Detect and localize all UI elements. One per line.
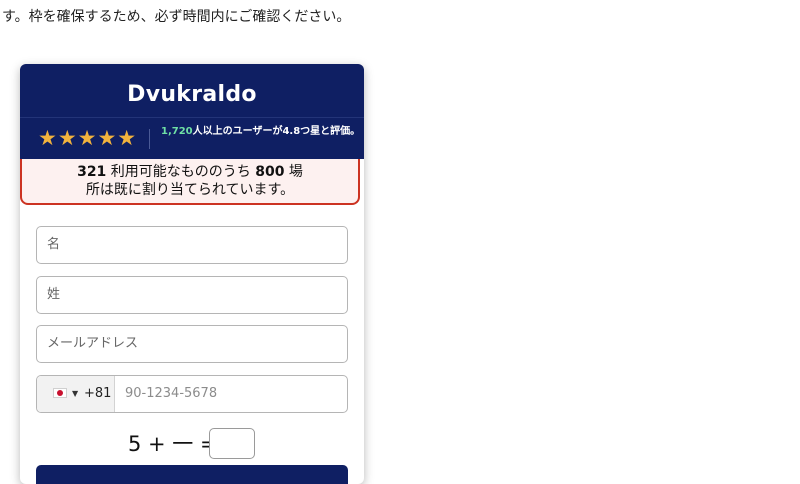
phone-input[interactable]: 90-1234-5678: [125, 376, 217, 412]
instruction-text: す。枠を確保するため、必ず時間内にご確認ください。: [2, 9, 351, 25]
alert-line-1: 321 利用可能なもののうち 800 場: [22, 163, 358, 181]
alert-end-text: 場: [284, 164, 303, 180]
rating-count: 1,720: [161, 126, 193, 137]
country-code-selector[interactable]: ▼ +81: [37, 376, 115, 412]
chevron-down-icon: ▼: [72, 389, 79, 398]
card-header: Dvukraldo ★★★★★ 1,720人以上のユーザーが4.8つ星と評価。: [20, 64, 364, 159]
availability-alert: 321 利用可能なもののうち 800 場 所は既に割り当てられています。: [20, 159, 360, 205]
rating-row: ★★★★★ 1,720人以上のユーザーが4.8つ星と評価。: [20, 117, 364, 160]
email-input[interactable]: メールアドレス: [36, 325, 348, 363]
alert-middle-text: 利用可能なもののうち: [106, 164, 256, 180]
dial-code: +81: [84, 386, 112, 401]
first-name-input[interactable]: 名: [36, 226, 348, 264]
captcha-answer-input[interactable]: [209, 428, 255, 459]
alert-total-count: 800: [255, 164, 285, 180]
captcha-question: 5 + 一 =: [128, 432, 218, 456]
last-name-input[interactable]: 姓: [36, 276, 348, 314]
alert-taken-count: 321: [77, 164, 107, 180]
rating-description: 人以上のユーザーが4.8つ星と評価。: [192, 126, 361, 137]
phone-field: ▼ +81 90-1234-5678: [36, 375, 348, 413]
brand-title: Dvukraldo: [127, 82, 257, 107]
japan-flag-icon: [53, 388, 67, 398]
signup-card: Dvukraldo ★★★★★ 1,720人以上のユーザーが4.8つ星と評価。 …: [20, 64, 364, 484]
alert-line-2: 所は既に割り当てられています。: [85, 182, 295, 198]
rating-divider: [149, 129, 150, 149]
star-rating-icon: ★★★★★: [38, 126, 138, 150]
rating-text: 1,720人以上のユーザーが4.8つ星と評価。: [161, 126, 361, 138]
